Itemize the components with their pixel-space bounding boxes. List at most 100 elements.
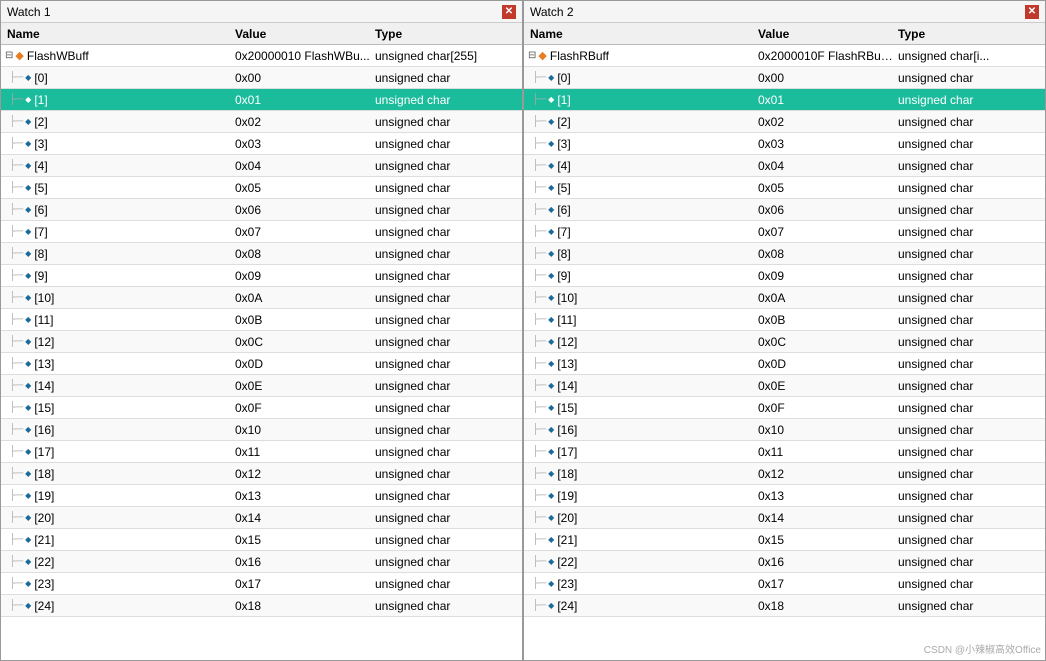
watch2-index-label-10: [10] — [557, 291, 577, 305]
watch2-row-16[interactable]: ├─ ◆ [16] 0x10 unsigned char — [524, 419, 1045, 441]
watch1-root-row[interactable]: ⊟ ◆ FlashWBuff 0x20000010 FlashWBu... un… — [1, 45, 522, 67]
tree-line-icon: ├─ — [9, 116, 23, 127]
watch1-cell-name-21: ├─ ◆ [21] — [1, 533, 231, 547]
watch2-row-19[interactable]: ├─ ◆ [19] 0x13 unsigned char — [524, 485, 1045, 507]
watch1-cell-type-9: unsigned char — [371, 269, 522, 283]
tree-line-icon: ├─ — [9, 226, 23, 237]
watch2-row-23[interactable]: ├─ ◆ [23] 0x17 unsigned char — [524, 573, 1045, 595]
watch2-row-7[interactable]: ├─ ◆ [7] 0x07 unsigned char — [524, 221, 1045, 243]
tree-line-icon: ├─ — [9, 292, 23, 303]
watch1-index-label-1: [1] — [34, 93, 47, 107]
watch1-row-9[interactable]: ├─ ◆ [9] 0x09 unsigned char — [1, 265, 522, 287]
diamond-icon: ◆ — [25, 249, 31, 258]
watch1-cell-name-5: ├─ ◆ [5] — [1, 181, 231, 195]
watch2-row-4[interactable]: ├─ ◆ [4] 0x04 unsigned char — [524, 155, 1045, 177]
watch1-row-6[interactable]: ├─ ◆ [6] 0x06 unsigned char — [1, 199, 522, 221]
watch2-cell-name-7: ├─ ◆ [7] — [524, 225, 754, 239]
watch2-row-11[interactable]: ├─ ◆ [11] 0x0B unsigned char — [524, 309, 1045, 331]
tree-line-icon: ├─ — [532, 94, 546, 105]
watch1-row-23[interactable]: ├─ ◆ [23] 0x17 unsigned char — [1, 573, 522, 595]
watch1-cell-type-16: unsigned char — [371, 423, 522, 437]
watch1-row-17[interactable]: ├─ ◆ [17] 0x11 unsigned char — [1, 441, 522, 463]
watch1-index-label-21: [21] — [34, 533, 54, 547]
watch1-cell-type-18: unsigned char — [371, 467, 522, 481]
watch1-row-14[interactable]: ├─ ◆ [14] 0x0E unsigned char — [1, 375, 522, 397]
watch2-close-button[interactable]: ✕ — [1025, 5, 1039, 19]
watch1-row-11[interactable]: ├─ ◆ [11] 0x0B unsigned char — [1, 309, 522, 331]
watch2-row-1[interactable]: ├─ ◆ [1] 0x01 unsigned char — [524, 89, 1045, 111]
watch2-row-8[interactable]: ├─ ◆ [8] 0x08 unsigned char — [524, 243, 1045, 265]
watch2-row-5[interactable]: ├─ ◆ [5] 0x05 unsigned char — [524, 177, 1045, 199]
watch1-cell-name-1: ├─ ◆ [1] — [1, 93, 231, 107]
watch2-row-20[interactable]: ├─ ◆ [20] 0x14 unsigned char — [524, 507, 1045, 529]
watch2-row-10[interactable]: ├─ ◆ [10] 0x0A unsigned char — [524, 287, 1045, 309]
watch2-row-12[interactable]: ├─ ◆ [12] 0x0C unsigned char — [524, 331, 1045, 353]
watch2-row-18[interactable]: ├─ ◆ [18] 0x12 unsigned char — [524, 463, 1045, 485]
watch1-row-4[interactable]: ├─ ◆ [4] 0x04 unsigned char — [1, 155, 522, 177]
watch2-row-22[interactable]: ├─ ◆ [22] 0x16 unsigned char — [524, 551, 1045, 573]
watch2-row-13[interactable]: ├─ ◆ [13] 0x0D unsigned char — [524, 353, 1045, 375]
diamond-icon: ◆ — [25, 337, 31, 346]
watch2-row-15[interactable]: ├─ ◆ [15] 0x0F unsigned char — [524, 397, 1045, 419]
watch2-expand-icon[interactable]: ⊟ — [528, 50, 536, 61]
watch2-root-row[interactable]: ⊟ ◆ FlashRBuff 0x2000010F FlashRBuf... u… — [524, 45, 1045, 67]
watch1-cell-name-23: ├─ ◆ [23] — [1, 577, 231, 591]
watch1-cell-value-4: 0x04 — [231, 159, 371, 173]
watch1-cell-value-13: 0x0D — [231, 357, 371, 371]
watch2-row-3[interactable]: ├─ ◆ [3] 0x03 unsigned char — [524, 133, 1045, 155]
diamond-icon: ◆ — [25, 315, 31, 324]
watch2-row-0[interactable]: ├─ ◆ [0] 0x00 unsigned char — [524, 67, 1045, 89]
watch2-row-14[interactable]: ├─ ◆ [14] 0x0E unsigned char — [524, 375, 1045, 397]
tree-line-icon: ├─ — [532, 204, 546, 215]
watch2-cell-type-13: unsigned char — [894, 357, 1045, 371]
diamond-icon: ◆ — [548, 293, 554, 302]
diamond-icon: ◆ — [548, 315, 554, 324]
watch2-row-21[interactable]: ├─ ◆ [21] 0x15 unsigned char — [524, 529, 1045, 551]
watch1-row-3[interactable]: ├─ ◆ [3] 0x03 unsigned char — [1, 133, 522, 155]
diamond-icon: ◆ — [548, 271, 554, 280]
watch1-row-22[interactable]: ├─ ◆ [22] 0x16 unsigned char — [1, 551, 522, 573]
watch1-row-5[interactable]: ├─ ◆ [5] 0x05 unsigned char — [1, 177, 522, 199]
watch1-row-24[interactable]: ├─ ◆ [24] 0x18 unsigned char — [1, 595, 522, 617]
tree-line-icon: ├─ — [9, 160, 23, 171]
watch1-index-label-24: [24] — [34, 599, 54, 613]
watch2-row-6[interactable]: ├─ ◆ [6] 0x06 unsigned char — [524, 199, 1045, 221]
watch2-cell-value-3: 0x03 — [754, 137, 894, 151]
watch1-row-8[interactable]: ├─ ◆ [8] 0x08 unsigned char — [1, 243, 522, 265]
watch2-index-label-22: [22] — [557, 555, 577, 569]
watch2-col-name: Name — [524, 27, 754, 41]
watch2-row-17[interactable]: ├─ ◆ [17] 0x11 unsigned char — [524, 441, 1045, 463]
watch1-row-7[interactable]: ├─ ◆ [7] 0x07 unsigned char — [1, 221, 522, 243]
watch1-table[interactable]: ⊟ ◆ FlashWBuff 0x20000010 FlashWBu... un… — [1, 45, 522, 660]
watch1-row-16[interactable]: ├─ ◆ [16] 0x10 unsigned char — [1, 419, 522, 441]
watch1-row-1[interactable]: ├─ ◆ [1] 0x01 unsigned char — [1, 89, 522, 111]
diamond-icon: ◆ — [25, 139, 31, 148]
watch1-row-0[interactable]: ├─ ◆ [0] 0x00 unsigned char — [1, 67, 522, 89]
watch2-cell-value-16: 0x10 — [754, 423, 894, 437]
tree-line-icon: ├─ — [532, 402, 546, 413]
watch1-row-10[interactable]: ├─ ◆ [10] 0x0A unsigned char — [1, 287, 522, 309]
watch2-cell-type-0: unsigned char — [894, 71, 1045, 85]
diamond-icon: ◆ — [548, 73, 554, 82]
watch2-table[interactable]: ⊟ ◆ FlashRBuff 0x2000010F FlashRBuf... u… — [524, 45, 1045, 660]
watch2-row-2[interactable]: ├─ ◆ [2] 0x02 unsigned char — [524, 111, 1045, 133]
watch1-row-12[interactable]: ├─ ◆ [12] 0x0C unsigned char — [1, 331, 522, 353]
tree-line-icon: ├─ — [9, 336, 23, 347]
watch2-row-24[interactable]: ├─ ◆ [24] 0x18 unsigned char — [524, 595, 1045, 617]
watch1-close-button[interactable]: ✕ — [502, 5, 516, 19]
watch2-row-9[interactable]: ├─ ◆ [9] 0x09 unsigned char — [524, 265, 1045, 287]
watch1-row-15[interactable]: ├─ ◆ [15] 0x0F unsigned char — [1, 397, 522, 419]
watch1-expand-icon[interactable]: ⊟ — [5, 50, 13, 61]
watch1-row-18[interactable]: ├─ ◆ [18] 0x12 unsigned char — [1, 463, 522, 485]
watch1-row-19[interactable]: ├─ ◆ [19] 0x13 unsigned char — [1, 485, 522, 507]
tree-line-icon: ├─ — [9, 248, 23, 259]
watch2-cell-type-8: unsigned char — [894, 247, 1045, 261]
watch1-row-2[interactable]: ├─ ◆ [2] 0x02 unsigned char — [1, 111, 522, 133]
watch2-cell-type-22: unsigned char — [894, 555, 1045, 569]
watch1-row-20[interactable]: ├─ ◆ [20] 0x14 unsigned char — [1, 507, 522, 529]
watch1-row-21[interactable]: ├─ ◆ [21] 0x15 unsigned char — [1, 529, 522, 551]
watch2-cell-value-4: 0x04 — [754, 159, 894, 173]
watch2-col-type: Type — [894, 27, 1045, 41]
watch1-cell-value-14: 0x0E — [231, 379, 371, 393]
watch1-row-13[interactable]: ├─ ◆ [13] 0x0D unsigned char — [1, 353, 522, 375]
